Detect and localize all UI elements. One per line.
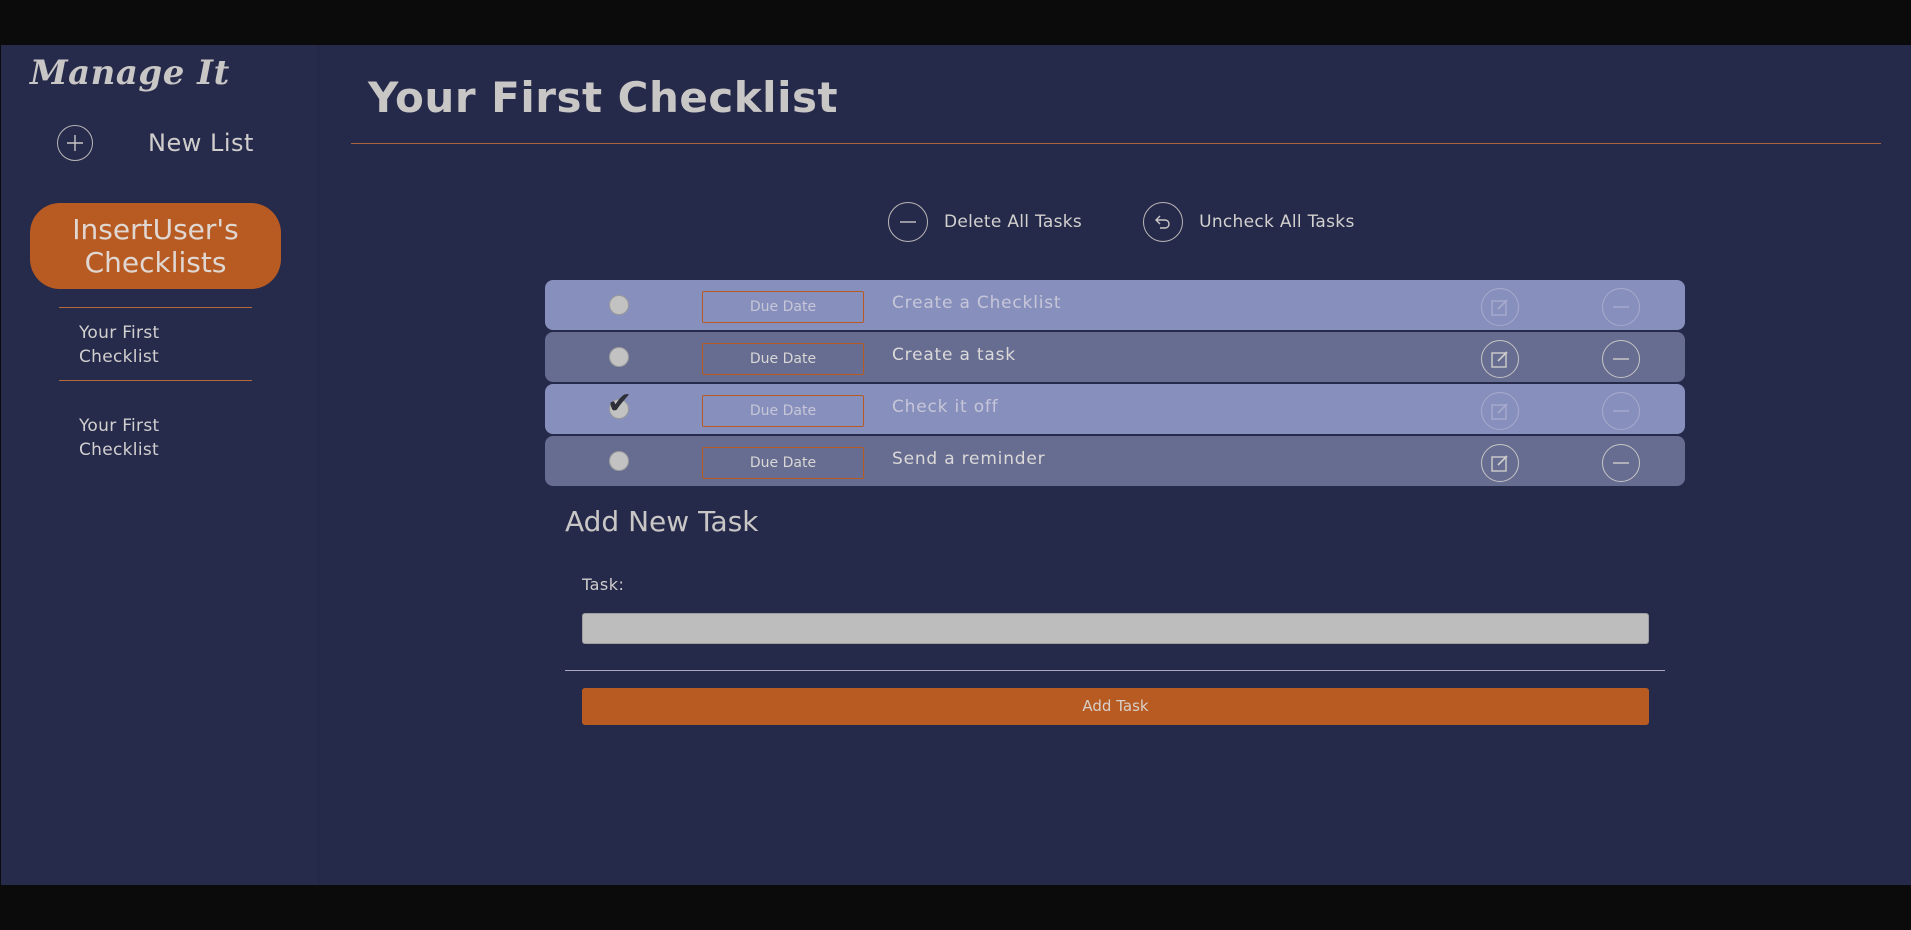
delete-task-button[interactable]	[1602, 340, 1640, 378]
add-task-button[interactable]: Add Task	[582, 688, 1649, 725]
minus-circle-icon	[1613, 306, 1629, 308]
minus-circle-icon	[1613, 462, 1629, 464]
task-row: Due Date Create a Checklist	[545, 280, 1685, 330]
edit-icon	[1491, 299, 1508, 316]
delete-all-tasks-button[interactable]: Delete All Tasks	[888, 202, 1082, 242]
uncheck-all-tasks-label: Uncheck All Tasks	[1199, 212, 1355, 232]
task-row: Due Date Send a reminder	[545, 436, 1685, 486]
task-text: Create a task	[892, 345, 1016, 365]
edit-task-button[interactable]	[1481, 288, 1519, 326]
plus-circle-icon	[57, 125, 93, 161]
delete-task-button[interactable]	[1602, 444, 1640, 482]
add-task-divider	[565, 670, 1665, 671]
delete-task-button[interactable]	[1602, 288, 1640, 326]
task-field-label: Task:	[582, 575, 625, 594]
task-text: Send a reminder	[892, 449, 1046, 469]
edit-task-button[interactable]	[1481, 392, 1519, 430]
due-date-input[interactable]: Due Date	[702, 343, 864, 375]
list-actions: Delete All Tasks Uncheck All Tasks	[888, 202, 1355, 242]
sidebar-list-item[interactable]: Your First Checklist	[79, 321, 239, 369]
sidebar: Manage It New List InsertUser's Checklis…	[1, 45, 319, 885]
due-date-input[interactable]: Due Date	[702, 395, 864, 427]
due-date-input[interactable]: Due Date	[702, 447, 864, 479]
task-row: ✔ Due Date Check it off	[545, 384, 1685, 434]
edit-task-button[interactable]	[1481, 340, 1519, 378]
sidebar-divider	[59, 380, 252, 381]
task-row: Due Date Create a task	[545, 332, 1685, 382]
edit-icon	[1491, 455, 1508, 472]
minus-circle-icon	[888, 202, 928, 242]
app-window: Manage It New List InsertUser's Checklis…	[1, 45, 1911, 885]
delete-task-button[interactable]	[1602, 392, 1640, 430]
delete-all-tasks-label: Delete All Tasks	[944, 212, 1083, 232]
brand-logo: Manage It	[30, 53, 230, 93]
user-checklists-badge[interactable]: InsertUser's Checklists	[30, 203, 281, 289]
edit-task-button[interactable]	[1481, 444, 1519, 482]
edit-icon	[1491, 351, 1508, 368]
minus-circle-icon	[1613, 358, 1629, 360]
task-checkbox[interactable]	[609, 451, 629, 471]
checkmark-icon: ✔	[607, 386, 633, 421]
task-checkbox[interactable]	[609, 295, 629, 315]
task-text: Check it off	[892, 397, 999, 417]
minus-circle-icon	[1613, 410, 1629, 412]
edit-icon	[1491, 403, 1508, 420]
new-list-button[interactable]: New List	[57, 125, 254, 161]
sidebar-divider	[59, 307, 252, 308]
task-checkbox[interactable]	[609, 347, 629, 367]
undo-circle-icon	[1143, 202, 1184, 242]
due-date-input[interactable]: Due Date	[702, 291, 864, 323]
uncheck-all-tasks-button[interactable]: Uncheck All Tasks	[1143, 202, 1355, 242]
task-text: Create a Checklist	[892, 293, 1062, 313]
page-title: Your First Checklist	[368, 73, 839, 122]
main-content: Your First Checklist Delete All Tasks Un…	[319, 45, 1911, 885]
sidebar-list-item[interactable]: Your First Checklist	[79, 414, 239, 462]
new-list-label: New List	[148, 129, 254, 157]
add-task-heading: Add New Task	[565, 505, 759, 538]
task-list: Due Date Create a Checklist Due Date Cre…	[545, 280, 1685, 488]
title-divider	[351, 143, 1881, 144]
task-input[interactable]	[582, 613, 1649, 644]
